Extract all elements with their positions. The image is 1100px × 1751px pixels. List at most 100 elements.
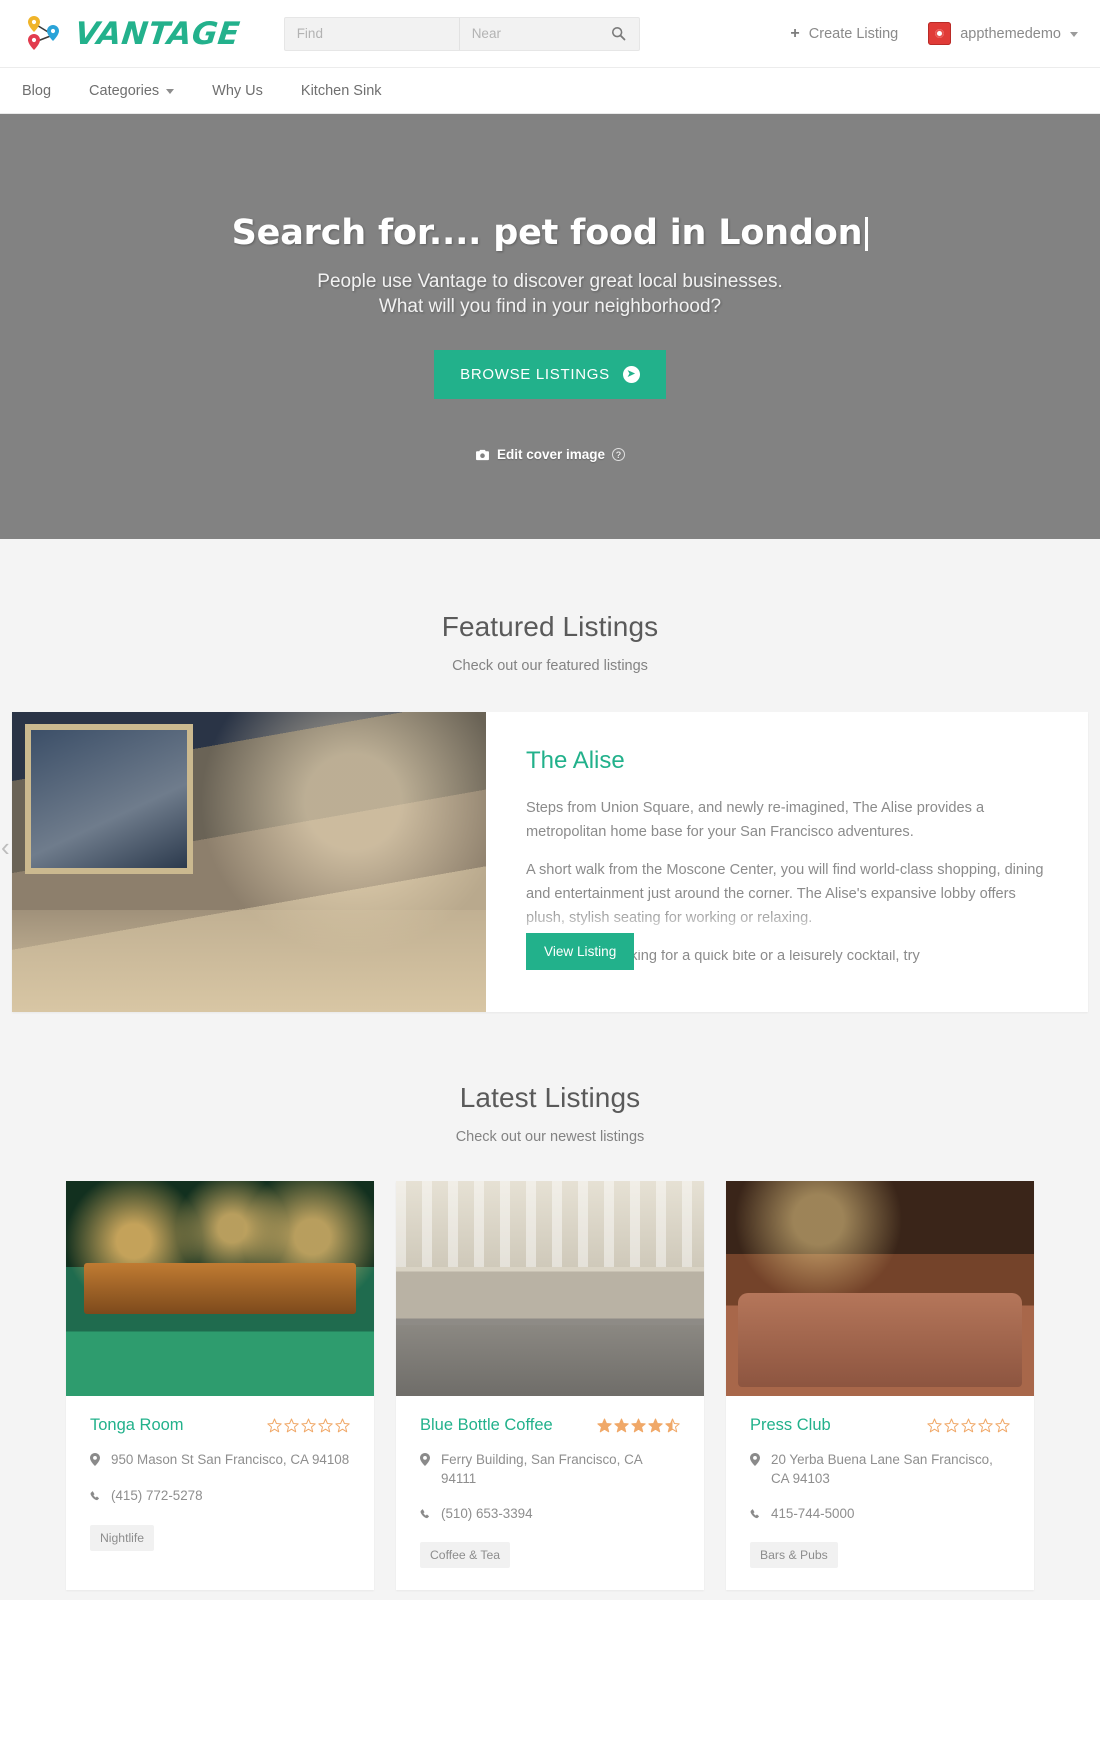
view-listing-button[interactable]: View Listing	[526, 933, 635, 970]
listing-header: Press Club	[750, 1416, 1010, 1435]
listing-header: Blue Bottle Coffee	[420, 1416, 680, 1435]
carousel-prev-arrow-icon[interactable]: ‹	[1, 834, 10, 860]
listing-address: 950 Mason St San Francisco, CA 94108	[111, 1452, 350, 1467]
main-navigation: Blog Categories Why Us Kitchen Sink	[0, 68, 1100, 114]
featured-listing-paragraph-2: A short walk from the Moscone Center, yo…	[526, 862, 1044, 926]
header-actions: + Create Listing appthemedemo	[790, 22, 1084, 45]
user-menu[interactable]: appthemedemo	[928, 22, 1078, 45]
search-find-input[interactable]	[284, 17, 460, 50]
page-root: VANTAGE + Create Listing appthemedemo	[0, 0, 1100, 1601]
listing-header: Tonga Room	[90, 1416, 350, 1435]
listing-photo	[66, 1181, 374, 1396]
plus-icon: +	[790, 24, 800, 42]
chevron-down-icon	[166, 89, 175, 94]
listing-phone: (510) 653-3394	[441, 1505, 533, 1521]
listing-name[interactable]: Tonga Room	[90, 1416, 184, 1435]
listing-card[interactable]: Press Club 20 Yerba Buena Lane San Franc…	[726, 1181, 1034, 1591]
featured-section-subtitle: Check out our featured listings	[452, 658, 648, 674]
listing-body: Tonga Room 950 Mason St San Francisco, C…	[66, 1396, 374, 1573]
featured-listing-name[interactable]: The Alise	[526, 747, 1048, 775]
nav-item-blog[interactable]: Blog	[22, 83, 51, 99]
listing-phone-row: 415-744-5000	[750, 1504, 1010, 1525]
star-empty-icon	[284, 1418, 299, 1433]
search-submit-button[interactable]	[598, 18, 639, 50]
brand-logo[interactable]: VANTAGE	[22, 13, 242, 55]
star-empty-icon	[267, 1418, 282, 1433]
search-near-input[interactable]	[459, 17, 598, 50]
camera-icon	[476, 449, 489, 460]
listing-card[interactable]: Tonga Room 950 Mason St San Francisco, C…	[66, 1181, 374, 1591]
star-full-icon	[631, 1418, 646, 1433]
listing-card[interactable]: Blue Bottle Coffee Ferry Building, San F…	[396, 1181, 704, 1591]
featured-listing-paragraph-1: Steps from Union Square, and newly re-im…	[526, 800, 985, 840]
brand-name: VANTAGE	[72, 15, 242, 52]
listing-category-tag[interactable]: Bars & Pubs	[750, 1542, 838, 1569]
listing-phone-row: (415) 772-5278	[90, 1486, 350, 1507]
typing-cursor	[865, 217, 869, 251]
star-full-icon	[614, 1418, 629, 1433]
nav-item-kitchen-sink[interactable]: Kitchen Sink	[301, 83, 382, 99]
hero-subtitle-line2: What will you find in your neighborhood?	[378, 296, 722, 318]
star-empty-icon	[927, 1418, 942, 1433]
nav-item-label: Blog	[22, 82, 52, 99]
phone-icon	[90, 1488, 102, 1507]
listing-phone-row: (510) 653-3394	[420, 1504, 680, 1525]
map-pin-icon	[750, 1452, 762, 1471]
search-icon	[611, 26, 626, 41]
listing-photo	[726, 1181, 1034, 1396]
nav-item-categories[interactable]: Categories	[89, 82, 175, 99]
hero-title-text: Search for.... pet food in London	[231, 213, 863, 253]
star-empty-icon	[995, 1418, 1010, 1433]
question-mark-icon[interactable]: ?	[612, 448, 626, 462]
star-empty-icon	[335, 1418, 350, 1433]
create-listing-button[interactable]: + Create Listing	[790, 24, 899, 42]
nav-item-label: Categories	[89, 82, 160, 99]
hero-title: Search for.... pet food in London	[232, 213, 869, 253]
browse-listings-button[interactable]: BROWSE LISTINGS ➤	[434, 350, 666, 400]
nav-item-why-us[interactable]: Why Us	[212, 83, 263, 99]
listing-name[interactable]: Press Club	[750, 1416, 831, 1435]
hero-banner: Search for.... pet food in London People…	[0, 114, 1100, 539]
chevron-down-icon	[1070, 32, 1078, 37]
featured-carousel: ‹ The Alise Steps from Union Square, and…	[0, 674, 1100, 1012]
star-full-icon	[597, 1418, 612, 1433]
hero-subtitle-line1: People use Vantage to discover great loc…	[317, 271, 783, 292]
listing-category-tag[interactable]: Nightlife	[90, 1524, 155, 1551]
listing-name[interactable]: Blue Bottle Coffee	[420, 1416, 553, 1435]
listing-body: Press Club 20 Yerba Buena Lane San Franc…	[726, 1396, 1034, 1590]
arrow-right-circle-icon: ➤	[622, 366, 640, 384]
map-pins-logo-icon	[22, 13, 66, 55]
edit-cover-image-label: Edit cover image	[496, 447, 606, 463]
user-avatar-icon	[928, 22, 952, 45]
latest-section-title: Latest Listings	[459, 1082, 641, 1113]
listing-rating-stars	[927, 1418, 1010, 1433]
listing-rating-stars	[597, 1418, 680, 1433]
listing-address: Ferry Building, San Francisco, CA 94111	[441, 1452, 642, 1487]
edit-cover-image-button[interactable]: Edit cover image ?	[475, 447, 626, 463]
phone-icon	[420, 1506, 432, 1525]
latest-listings-grid: Tonga Room 950 Mason St San Francisco, C…	[0, 1145, 1100, 1591]
listing-category-tag[interactable]: Coffee & Tea	[420, 1542, 511, 1569]
listing-rating-stars	[267, 1418, 350, 1433]
listing-phone: 415-744-5000	[771, 1505, 855, 1521]
listing-address-row: Ferry Building, San Francisco, CA 94111	[420, 1450, 680, 1489]
username-label: appthemedemo	[960, 25, 1061, 42]
featured-listing-details: The Alise Steps from Union Square, and n…	[486, 712, 1088, 1012]
latest-listings-section: Latest Listings Check out our newest lis…	[0, 1012, 1100, 1601]
star-empty-icon	[978, 1418, 993, 1433]
star-empty-icon	[301, 1418, 316, 1433]
create-listing-label: Create Listing	[808, 25, 899, 42]
top-header-bar: VANTAGE + Create Listing appthemedemo	[0, 0, 1100, 68]
phone-icon	[750, 1506, 762, 1525]
nav-item-label: Why Us	[212, 82, 263, 99]
browse-listings-label: BROWSE LISTINGS	[460, 366, 610, 384]
featured-listings-section: Featured Listings Check out our featured…	[0, 539, 1100, 1012]
nav-item-label: Kitchen Sink	[300, 82, 382, 99]
latest-section-subtitle: Check out our newest listings	[455, 1129, 645, 1145]
hero-subtitle: People use Vantage to discover great loc…	[317, 269, 782, 319]
featured-listing-card[interactable]: The Alise Steps from Union Square, and n…	[12, 712, 1088, 1012]
star-half-icon	[665, 1418, 680, 1433]
search-bar[interactable]	[283, 16, 640, 51]
star-empty-icon	[318, 1418, 333, 1433]
listing-photo	[396, 1181, 704, 1396]
